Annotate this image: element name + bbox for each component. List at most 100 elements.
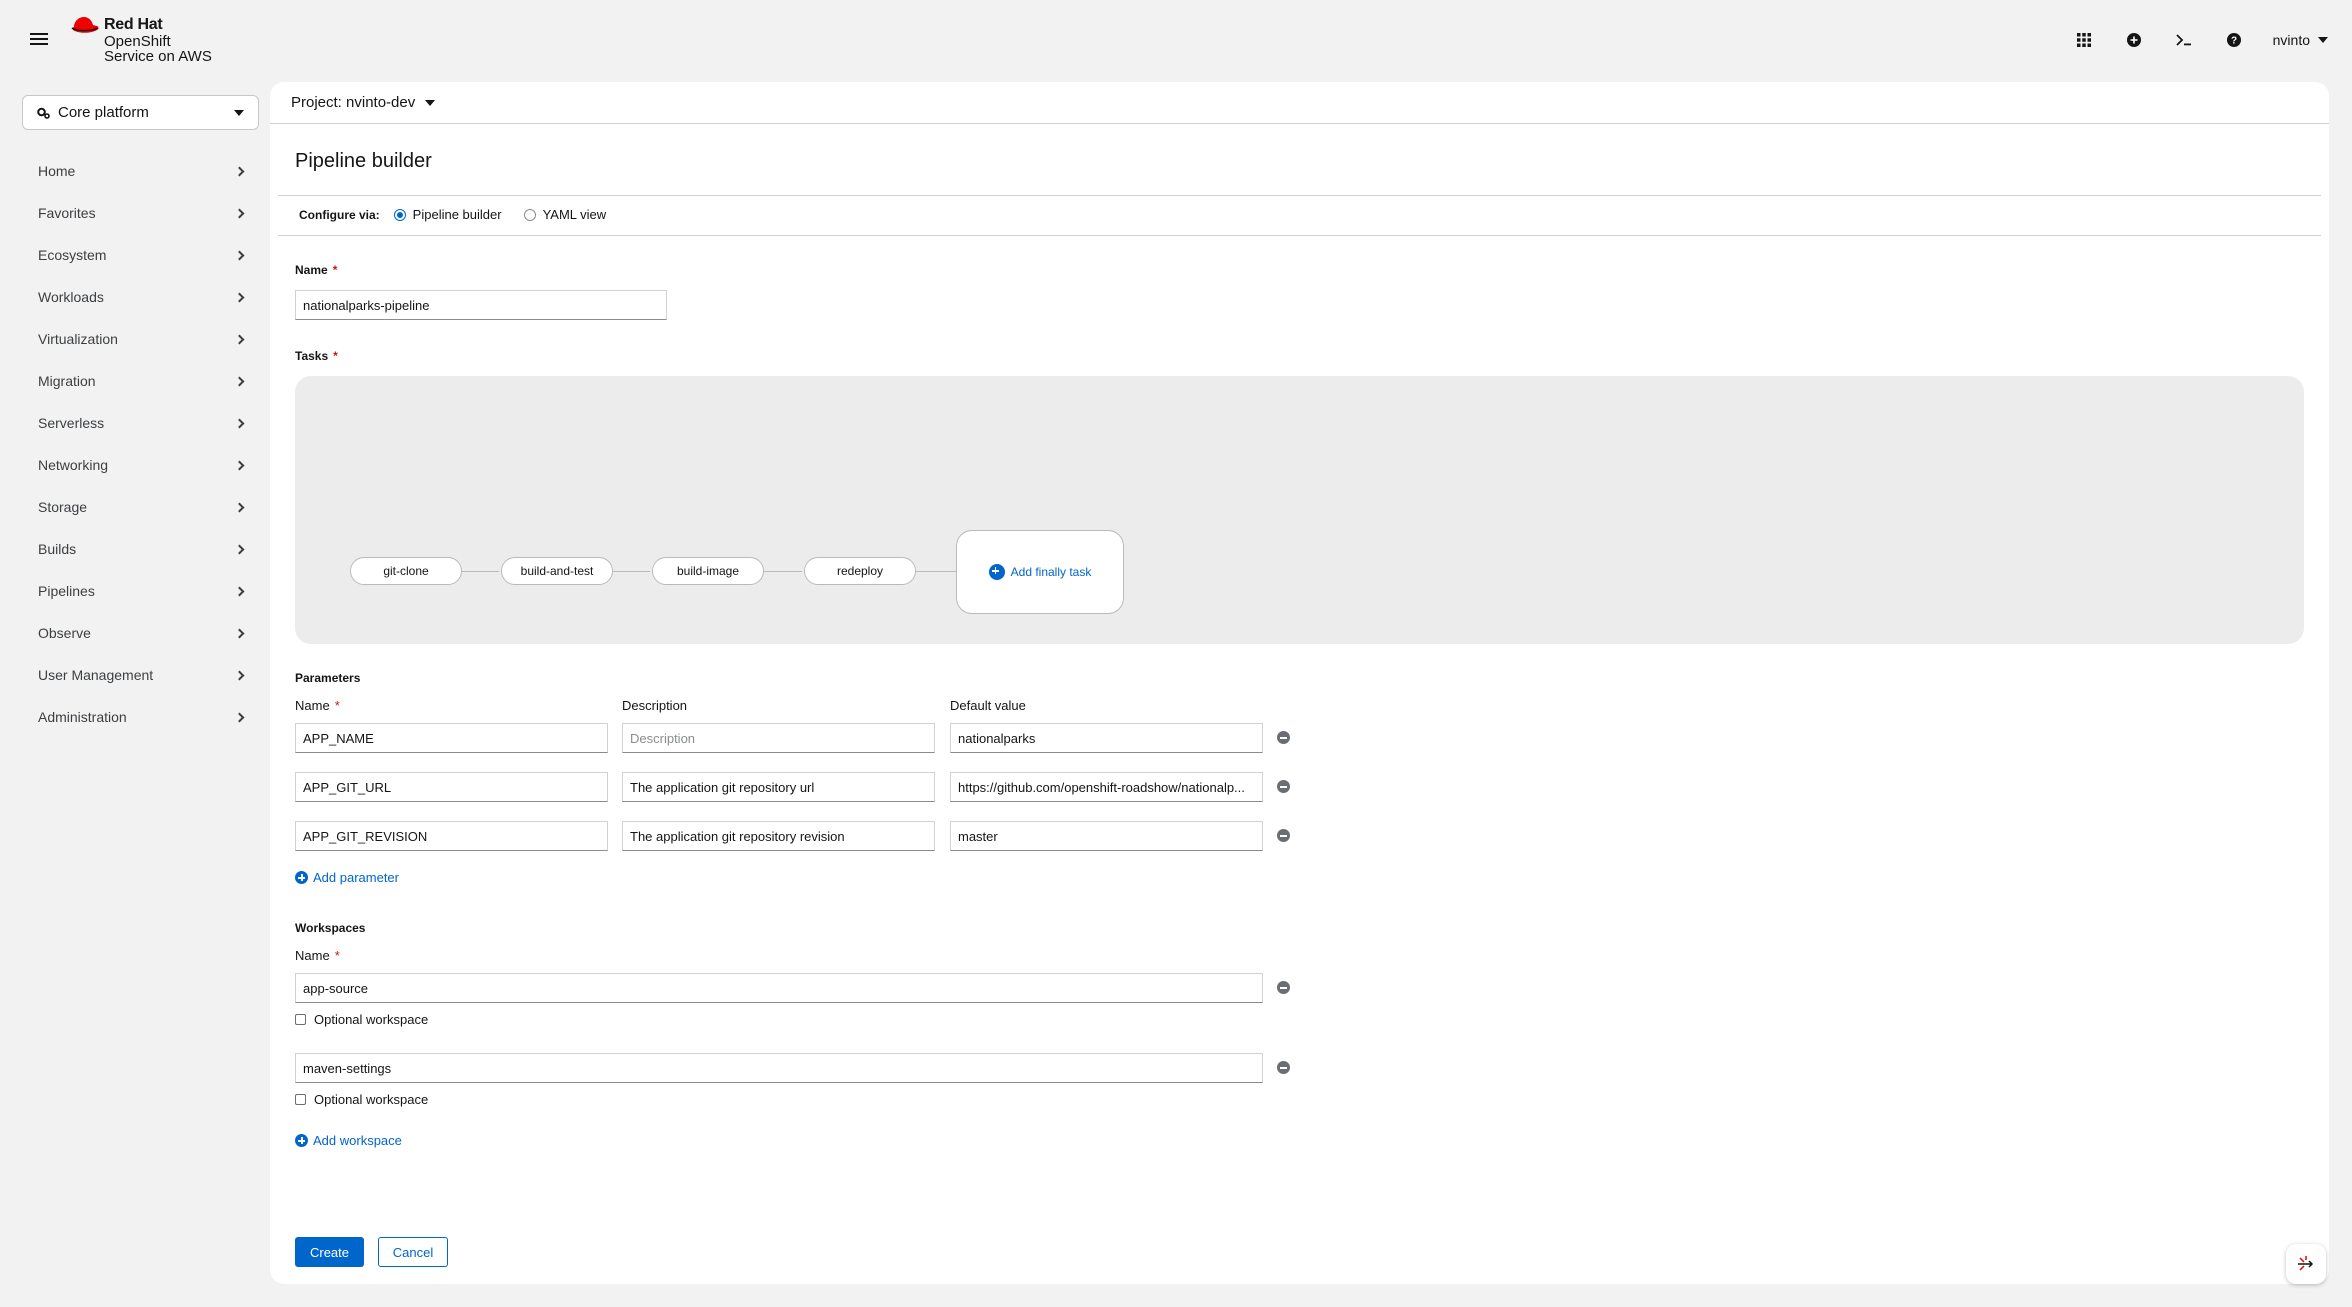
- help-icon[interactable]: ?: [2209, 28, 2259, 52]
- remove-param-icon[interactable]: [1277, 829, 1290, 842]
- sidebar-item-ecosystem[interactable]: Ecosystem: [22, 234, 259, 276]
- sidebar-item-virtualization[interactable]: Virtualization: [22, 318, 259, 360]
- add-parameter-link[interactable]: Add parameter: [295, 870, 399, 885]
- param-col-default: Default value: [950, 698, 1026, 713]
- radio-pipeline-builder[interactable]: Pipeline builder: [393, 207, 502, 222]
- sidebar-item-label: Pipelines: [38, 583, 95, 599]
- tasks-label: Tasks *: [295, 349, 338, 363]
- sidebar-item-favorites[interactable]: Favorites: [22, 192, 259, 234]
- plus-circle-icon: [295, 1134, 308, 1147]
- sidebar-item-label: Networking: [38, 457, 109, 473]
- chevron-right-icon: [234, 334, 245, 344]
- chevron-right-icon: [234, 628, 245, 638]
- redhat-hat-icon: [71, 17, 99, 33]
- sidebar-item-networking[interactable]: Networking: [22, 444, 259, 486]
- user-menu[interactable]: nvinto: [2273, 32, 2328, 48]
- workspace-name-input[interactable]: maven-settings: [295, 1053, 1263, 1083]
- chevron-right-icon: [234, 460, 245, 470]
- param-description-input[interactable]: The application git repository url: [622, 772, 935, 802]
- svg-text:?: ?: [2231, 36, 2237, 47]
- sidebar-item-user-management[interactable]: User Management: [22, 654, 259, 696]
- sidebar-item-storage[interactable]: Storage: [22, 486, 259, 528]
- param-col-name: Name *: [295, 698, 340, 713]
- sidebar-item-label: Virtualization: [38, 331, 118, 347]
- project-label: Project: nvinto-dev: [291, 94, 416, 111]
- add-finally-label: Add finally task: [1010, 565, 1092, 579]
- optional-workspace-checkbox[interactable]: Optional workspace: [295, 1012, 428, 1027]
- cogs-icon: [37, 107, 50, 119]
- chevron-right-icon: [234, 502, 245, 512]
- radio-label: YAML view: [542, 207, 607, 222]
- add-finally-task-button[interactable]: Add finally task: [956, 530, 1124, 614]
- sidebar-item-serverless[interactable]: Serverless: [22, 402, 259, 444]
- caret-down-icon: [234, 109, 244, 116]
- sidebar-item-home[interactable]: Home: [22, 150, 259, 192]
- param-name-input[interactable]: APP_NAME: [295, 723, 608, 753]
- name-label: Name *: [295, 263, 338, 277]
- radio-yaml-view[interactable]: YAML view: [523, 207, 607, 222]
- app-launcher-icon[interactable]: [2059, 28, 2109, 52]
- add-workspace-link[interactable]: Add workspace: [295, 1133, 402, 1148]
- chevron-right-icon: [234, 292, 245, 302]
- sidebar-item-label: Administration: [38, 709, 127, 725]
- task-node-build-image[interactable]: build-image: [652, 557, 764, 585]
- param-name-input[interactable]: APP_GIT_REVISION: [295, 821, 608, 851]
- page-title: Pipeline builder: [295, 150, 432, 172]
- add-icon[interactable]: [2109, 28, 2159, 52]
- remove-param-icon[interactable]: [1277, 780, 1290, 793]
- configure-via: Configure via: Pipeline builder YAML vie…: [299, 207, 628, 222]
- sidebar-item-label: Observe: [38, 625, 91, 641]
- workspace-name-input[interactable]: app-source: [295, 973, 1263, 1003]
- chevron-right-icon: [234, 544, 245, 554]
- param-col-description: Description: [622, 698, 688, 713]
- remove-workspace-icon[interactable]: [1277, 1061, 1290, 1074]
- param-description-input[interactable]: Description: [622, 723, 935, 753]
- add-parameter-label: Add parameter: [313, 870, 399, 885]
- task-edge: [764, 571, 802, 572]
- optional-workspace-checkbox[interactable]: Optional workspace: [295, 1092, 428, 1107]
- sidebar-item-administration[interactable]: Administration: [22, 696, 259, 738]
- terminal-icon[interactable]: [2159, 28, 2209, 52]
- workspace-col-name: Name *: [295, 948, 340, 963]
- task-node-redeploy[interactable]: redeploy: [804, 557, 916, 585]
- sidebar-item-label: Storage: [38, 499, 88, 515]
- sidebar-item-migration[interactable]: Migration: [22, 360, 259, 402]
- sidebar-item-pipelines[interactable]: Pipelines: [22, 570, 259, 612]
- project-selector[interactable]: Project: nvinto-dev: [270, 82, 2329, 124]
- sidebar-item-label: Builds: [38, 541, 77, 557]
- chevron-right-icon: [234, 712, 245, 722]
- assistant-launcher-icon[interactable]: [2286, 1244, 2326, 1284]
- param-default-input[interactable]: nationalparks: [950, 723, 1263, 753]
- param-description-input[interactable]: The application git repository revision: [622, 821, 935, 851]
- chevron-right-icon: [234, 208, 245, 218]
- remove-workspace-icon[interactable]: [1277, 981, 1290, 994]
- configure-label: Configure via:: [299, 207, 380, 222]
- sidebar-item-label: Favorites: [38, 205, 96, 221]
- caret-down-icon: [2318, 37, 2328, 43]
- param-default-input[interactable]: https://github.com/openshift-roadshow/na…: [950, 772, 1263, 802]
- param-name-input[interactable]: APP_GIT_URL: [295, 772, 608, 802]
- task-node-build-and-test[interactable]: build-and-test: [501, 557, 613, 585]
- radio-unselected-icon[interactable]: [523, 208, 536, 221]
- chevron-right-icon: [234, 418, 245, 428]
- remove-param-icon[interactable]: [1277, 731, 1290, 744]
- create-button[interactable]: Create: [295, 1237, 364, 1267]
- plus-circle-icon: [295, 871, 308, 884]
- sidebar-item-builds[interactable]: Builds: [22, 528, 259, 570]
- divider: [278, 195, 2321, 196]
- hamburger-icon[interactable]: [30, 30, 48, 50]
- perspective-switcher[interactable]: Core platform: [22, 95, 259, 130]
- optional-workspace-label: Optional workspace: [314, 1092, 429, 1107]
- checkbox-icon[interactable]: [295, 1094, 306, 1105]
- tasks-canvas: git-clone build-and-test build-image red…: [295, 376, 2304, 644]
- masthead-toolbar: ? nvinto: [2059, 28, 2328, 52]
- radio-selected-icon[interactable]: [393, 208, 406, 221]
- radio-label: Pipeline builder: [412, 207, 502, 222]
- cancel-button[interactable]: Cancel: [378, 1237, 448, 1267]
- pipeline-name-input[interactable]: nationalparks-pipeline: [295, 290, 667, 320]
- task-node-git-clone[interactable]: git-clone: [350, 557, 462, 585]
- checkbox-icon[interactable]: [295, 1014, 306, 1025]
- sidebar-item-workloads[interactable]: Workloads: [22, 276, 259, 318]
- param-default-input[interactable]: master: [950, 821, 1263, 851]
- sidebar-item-observe[interactable]: Observe: [22, 612, 259, 654]
